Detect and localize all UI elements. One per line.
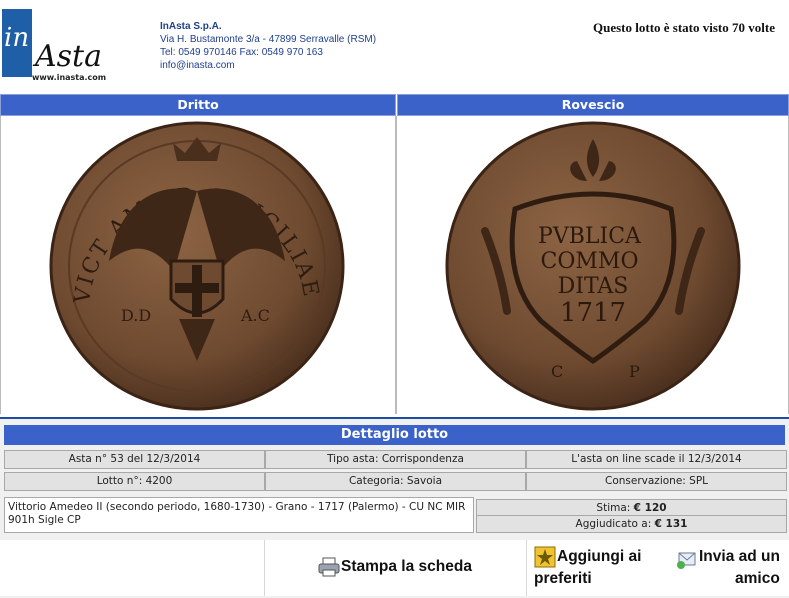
estimate-value: € 120 — [633, 502, 667, 514]
detail-title: Dettaglio lotto — [4, 425, 785, 445]
auction-number: Asta n° 53 del 12/3/2014 — [4, 450, 265, 469]
estimate-label: Stima: — [596, 502, 631, 514]
inasta-logo[interactable]: in Asta www.inasta.com — [2, 9, 107, 82]
company-address: Via H. Bustamonte 3/a - 47899 Serravalle… — [160, 34, 377, 45]
reverse-mark-right: P — [629, 362, 640, 381]
reverse-coin-image[interactable]: PVBLICA COMMO DITAS 1717 C P — [445, 121, 741, 411]
logo-url: www.inasta.com — [32, 73, 107, 82]
reverse-date: 1717 — [560, 298, 626, 328]
obverse-header: Dritto — [0, 94, 396, 116]
send-friend-line2[interactable]: amico — [735, 570, 780, 588]
add-favorites-line1[interactable]: Aggiungi ai — [557, 548, 641, 566]
company-name: InAsta S.p.A. — [160, 21, 222, 32]
favorites-star-icon[interactable] — [534, 546, 556, 568]
awarded-price: Aggiudicato a: € 131 — [476, 515, 787, 533]
company-phone: Tel: 0549 970146 Fax: 0549 970 163 — [160, 47, 323, 58]
add-favorites-line2[interactable]: preferiti — [534, 570, 592, 588]
obverse-mark-right: A.C — [240, 306, 270, 325]
send-mail-icon[interactable] — [676, 548, 698, 570]
logo-text-in: in — [4, 23, 30, 53]
company-info: InAsta S.p.A. Via H. Bustamonte 3/a - 47… — [160, 20, 376, 72]
logo-text-asta: Asta — [35, 39, 103, 74]
company-email[interactable]: info@inasta.com — [160, 59, 376, 72]
reverse-mark-left: C — [551, 362, 563, 381]
reverse-header: Rovescio — [397, 94, 789, 116]
lot-actions: Stampa la scheda Aggiungi ai preferiti I… — [0, 540, 789, 596]
awarded-label: Aggiudicato a: — [575, 518, 652, 530]
views-counter: Questo lotto è stato visto 70 volte — [593, 20, 775, 35]
print-sheet-link[interactable]: Stampa la scheda — [341, 558, 472, 576]
auction-close-date: L'asta on line scade il 12/3/2014 — [526, 450, 787, 469]
reverse-line-1: PVBLICA — [538, 224, 642, 249]
reverse-line-3: DITAS — [558, 274, 629, 299]
send-friend-line1[interactable]: Invia ad un — [699, 548, 780, 566]
printer-icon[interactable] — [318, 557, 340, 577]
reverse-line-2: COMMO — [541, 249, 639, 274]
lot-category: Categoria: Savoia — [265, 472, 526, 491]
obverse-mark-left: D.D — [121, 306, 151, 325]
lot-number: Lotto n°: 4200 — [4, 472, 265, 491]
lot-condition: Conservazione: SPL — [526, 472, 787, 491]
auction-type: Tipo asta: Corrispondenza — [265, 450, 526, 469]
page-header: in Asta www.inasta.com InAsta S.p.A. Via… — [0, 0, 789, 91]
awarded-value: € 131 — [654, 518, 688, 530]
obverse-coin-image[interactable]: VICT AME D G SICILIAE ET HIER REX D.D A.… — [49, 121, 345, 411]
lot-description: Vittorio Amedeo II (secondo periodo, 168… — [4, 497, 474, 533]
